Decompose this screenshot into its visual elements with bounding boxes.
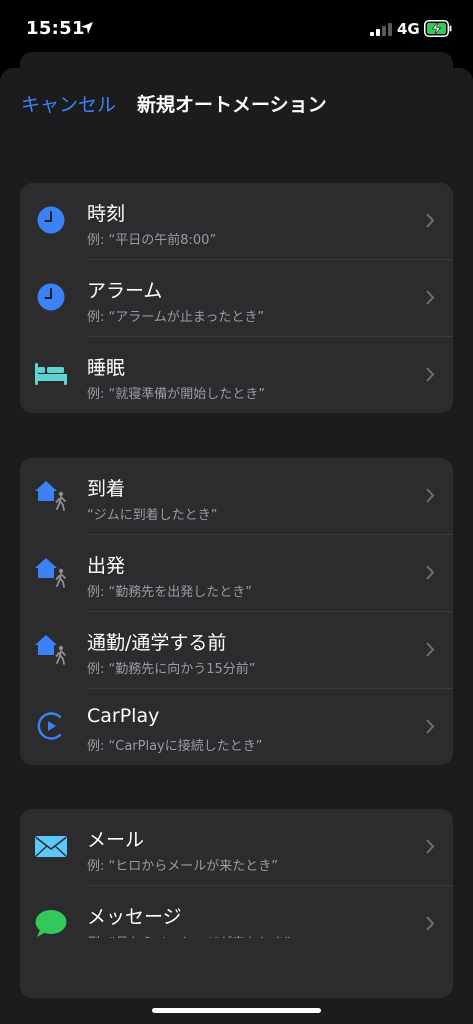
commute-home-walk-icon xyxy=(35,635,66,665)
location-arrow-icon xyxy=(81,22,93,34)
chevron-right-icon xyxy=(426,213,435,228)
list-item-title: 到着 xyxy=(87,478,126,500)
list-item-subtitle: “ジムに到着したとき” xyxy=(87,508,218,523)
chevron-right-icon xyxy=(426,916,435,931)
list-item-title: 通勤/通学する前 xyxy=(87,632,227,654)
arrive-home-walk-icon xyxy=(35,481,66,511)
chevron-right-icon xyxy=(426,719,435,734)
list-item-title: 出発 xyxy=(87,555,126,577)
list-item-time[interactable]: 時刻 例: “平日の午前8:00” xyxy=(20,183,453,260)
list-item-subtitle: 例: “平日の午前8:00” xyxy=(87,233,217,248)
chevron-right-icon xyxy=(426,839,435,854)
page-title: 新規オートメーション xyxy=(137,94,327,116)
status-time: 15:51 xyxy=(26,18,85,39)
list-item-commute[interactable]: 通勤/通学する前 例: “勤務先に向かう15分前” xyxy=(20,612,453,689)
carplay-icon xyxy=(37,712,62,740)
navigation-bar: キャンセル 新規オートメーション xyxy=(0,68,473,140)
home-indicator[interactable] xyxy=(152,1008,321,1013)
list-item-subtitle: 例: “ヒロからメールが来たとき” xyxy=(87,859,278,874)
list-item-subtitle: 例: “アラームが止まったとき” xyxy=(87,310,265,325)
chevron-right-icon xyxy=(426,565,435,580)
cancel-button[interactable]: キャンセル xyxy=(21,90,116,117)
list-item-title: メール xyxy=(87,829,145,851)
list-item-title: メッセージ xyxy=(87,906,182,928)
battery-charging-icon xyxy=(424,20,452,37)
list-item-title: CarPlay xyxy=(87,705,160,727)
status-bar: 15:51 4G xyxy=(0,0,473,58)
messages-icon xyxy=(35,910,67,937)
trigger-group-time: 時刻 例: “平日の午前8:00” アラーム 例: “アラームが止まったとき” xyxy=(20,183,453,413)
list-item-title: 睡眠 xyxy=(87,357,126,379)
list-item-subtitle: 例: “就寝準備が開始したとき” xyxy=(87,387,265,402)
bed-icon xyxy=(35,363,67,385)
next-group-card xyxy=(20,938,453,998)
trigger-group-location: 到着 “ジムに到着したとき” 出発 例: “勤務先を出発したとき” 通勤/通学す… xyxy=(20,458,453,765)
list-item-alarm[interactable]: アラーム 例: “アラームが止まったとき” xyxy=(20,260,453,337)
clock-icon xyxy=(37,206,65,234)
new-automation-sheet: キャンセル 新規オートメーション 時刻 例: “平日の午前8:00” アラーム … xyxy=(0,68,473,1024)
chevron-right-icon xyxy=(426,290,435,305)
cellular-signal-icon xyxy=(370,22,392,36)
list-item-sleep[interactable]: 睡眠 例: “就寝準備が開始したとき” xyxy=(20,337,453,414)
list-item-carplay[interactable]: CarPlay 例: “CarPlayに接続したとき” xyxy=(20,689,453,766)
alarm-clock-icon xyxy=(37,283,65,311)
chevron-right-icon xyxy=(426,642,435,657)
network-type: 4G xyxy=(397,20,420,38)
list-item-arrive[interactable]: 到着 “ジムに到着したとき” xyxy=(20,458,453,535)
chevron-right-icon xyxy=(426,488,435,503)
mail-icon xyxy=(35,836,67,857)
list-item-subtitle: 例: “CarPlayに接続したとき” xyxy=(87,739,263,754)
trigger-list: 時刻 例: “平日の午前8:00” アラーム 例: “アラームが止まったとき” xyxy=(0,140,473,1024)
chevron-right-icon xyxy=(426,367,435,382)
list-item-leave[interactable]: 出発 例: “勤務先を出発したとき” xyxy=(20,535,453,612)
list-item-title: 時刻 xyxy=(87,203,126,225)
list-item-subtitle: 例: “勤務先に向かう15分前” xyxy=(87,662,256,677)
list-item-mail[interactable]: メール 例: “ヒロからメールが来たとき” xyxy=(20,809,453,886)
list-item-subtitle: 例: “勤務先を出発したとき” xyxy=(87,585,252,600)
leave-home-walk-icon xyxy=(35,558,66,588)
list-item-title: アラーム xyxy=(87,280,163,302)
